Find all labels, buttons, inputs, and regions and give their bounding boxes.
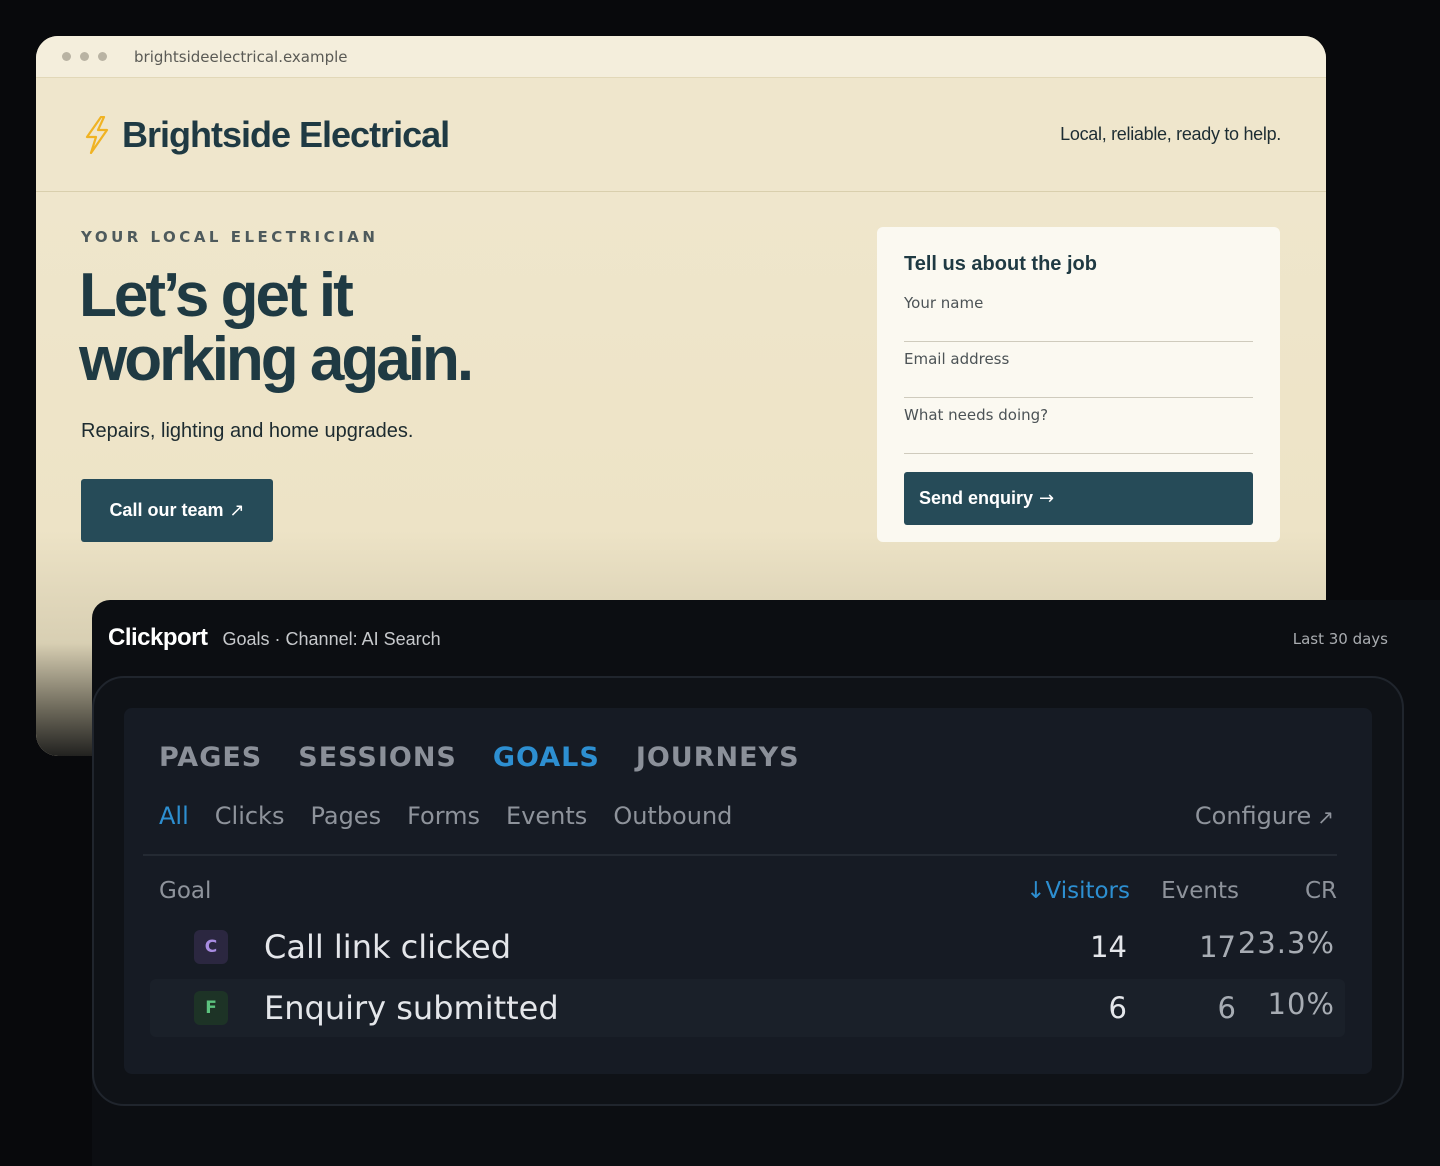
column-cr[interactable]: CR bbox=[1305, 878, 1337, 904]
hero-title-line: working again. bbox=[79, 325, 474, 394]
enquiry-form: Tell us about the job Your name Email ad… bbox=[877, 227, 1280, 542]
subtab-events[interactable]: Events bbox=[506, 802, 587, 830]
browser-toolbar: brightsideelectrical.example bbox=[36, 36, 1326, 78]
eyebrow: YOUR LOCAL ELECTRICIAN bbox=[81, 228, 379, 246]
goal-type-badge: F bbox=[194, 991, 228, 1025]
window-dot[interactable] bbox=[62, 52, 71, 61]
window-dot[interactable] bbox=[98, 52, 107, 61]
subtab-outbound[interactable]: Outbound bbox=[613, 802, 732, 830]
column-events[interactable]: Events bbox=[1161, 878, 1239, 904]
tab-sessions[interactable]: SESSIONS bbox=[298, 742, 457, 773]
subtab-clicks[interactable]: Clicks bbox=[215, 802, 285, 830]
name-field[interactable]: Your name bbox=[904, 286, 1253, 342]
column-visitors-label: Visitors bbox=[1045, 878, 1130, 904]
goal-name: Call link clicked bbox=[264, 928, 512, 966]
visitors-value: 6 bbox=[1108, 991, 1127, 1025]
main-tabs: PAGES SESSIONS GOALS JOURNEYS bbox=[159, 742, 836, 773]
cr-value: 23.3% bbox=[1237, 926, 1335, 960]
brand-name: Brightside Electrical bbox=[122, 113, 450, 155]
subtab-forms[interactable]: Forms bbox=[407, 802, 480, 830]
email-field[interactable]: Email address bbox=[904, 342, 1253, 398]
events-value: 17 bbox=[1199, 930, 1236, 964]
analytics-header: Clickport Goals · Channel: AI Search bbox=[108, 624, 441, 652]
analytics-frame: PAGES SESSIONS GOALS JOURNEYS All Clicks… bbox=[92, 676, 1404, 1106]
address-bar[interactable]: brightsideelectrical.example bbox=[134, 48, 348, 66]
brand[interactable]: Brightside Electrical bbox=[82, 113, 450, 156]
subtab-pages[interactable]: Pages bbox=[310, 802, 381, 830]
job-details-field[interactable]: What needs doing? bbox=[904, 398, 1253, 454]
table-header: Goal ↓Visitors Events CR bbox=[159, 878, 1337, 908]
hero-title-line: Let’s get it bbox=[79, 261, 354, 330]
analytics-panel: Clickport Goals · Channel: AI Search Las… bbox=[92, 600, 1440, 1166]
goal-name: Enquiry submitted bbox=[264, 989, 559, 1027]
arrow-up-right-icon: ↗ bbox=[229, 500, 245, 521]
visitors-value: 14 bbox=[1090, 930, 1127, 964]
lightning-bolt-icon bbox=[85, 115, 109, 154]
sort-down-icon: ↓ bbox=[1026, 878, 1046, 904]
events-value: 6 bbox=[1217, 991, 1236, 1025]
divider bbox=[143, 854, 1337, 856]
send-enquiry-button[interactable]: Send enquiry → bbox=[904, 472, 1253, 525]
configure-button[interactable]: Configure ↗ bbox=[1195, 802, 1334, 830]
arrow-right-icon: → bbox=[1039, 488, 1055, 509]
tagline: Local, reliable, ready to help. bbox=[1060, 124, 1281, 144]
hero-subtitle: Repairs, lighting and home upgrades. bbox=[81, 420, 414, 442]
breadcrumb: Goals · Channel: AI Search bbox=[222, 629, 441, 649]
column-visitors[interactable]: ↓Visitors bbox=[1026, 878, 1130, 904]
window-dot[interactable] bbox=[80, 52, 89, 61]
table-row[interactable]: F Enquiry submitted 6 6 10% bbox=[150, 979, 1345, 1037]
sub-tabs: All Clicks Pages Forms Events Outbound bbox=[159, 802, 758, 830]
cr-value: 10% bbox=[1267, 987, 1335, 1021]
configure-label: Configure bbox=[1194, 802, 1312, 830]
site-header: Brightside Electrical Local, reliable, r… bbox=[36, 78, 1326, 192]
date-range[interactable]: Last 30 days bbox=[1293, 630, 1388, 648]
goal-type-badge: C bbox=[194, 930, 228, 964]
call-team-label: Call our team bbox=[109, 500, 224, 520]
tab-pages[interactable]: PAGES bbox=[159, 742, 262, 773]
column-goal[interactable]: Goal bbox=[159, 878, 211, 904]
tab-goals[interactable]: GOALS bbox=[493, 742, 600, 773]
form-title: Tell us about the job bbox=[904, 253, 1097, 275]
subtab-all[interactable]: All bbox=[159, 802, 189, 830]
analytics-logo[interactable]: Clickport bbox=[108, 624, 208, 652]
goals-card: PAGES SESSIONS GOALS JOURNEYS All Clicks… bbox=[124, 708, 1372, 1074]
hero-title: Let’s get it working again. bbox=[79, 264, 599, 392]
tab-journeys[interactable]: JOURNEYS bbox=[636, 742, 800, 773]
call-team-button[interactable]: Call our team ↗ bbox=[81, 479, 273, 542]
table-row[interactable]: C Call link clicked 14 17 23.3% bbox=[150, 918, 1345, 976]
arrow-up-right-icon: ↗ bbox=[1317, 805, 1334, 829]
send-enquiry-label: Send enquiry bbox=[919, 488, 1034, 508]
